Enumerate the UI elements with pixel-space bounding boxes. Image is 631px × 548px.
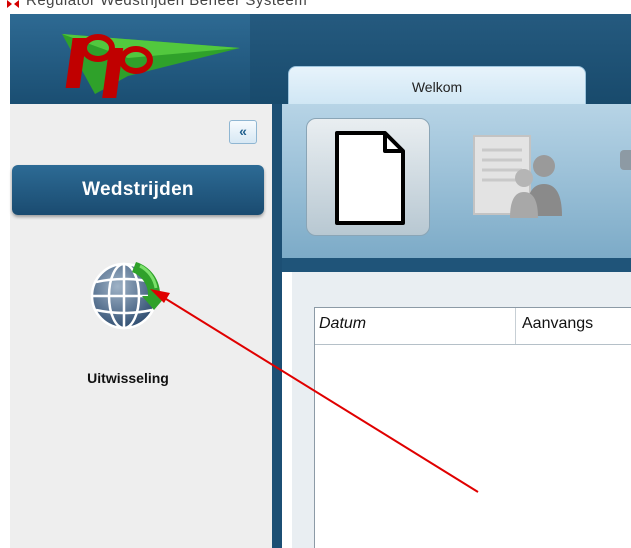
uitwisseling-label[interactable]: Uitwisseling <box>48 370 208 386</box>
window-title-bar: Regulator Wedstrijden Beheer Systeem <box>0 0 631 14</box>
app-logo <box>10 14 250 104</box>
tab-welkom-label: Welkom <box>411 79 463 95</box>
double-chevron-left-icon: « <box>239 123 247 139</box>
toolbar-border <box>282 258 631 272</box>
wedstrijden-grid[interactable]: Datum Aanvangs <box>314 307 631 548</box>
window-title: Regulator Wedstrijden Beheer Systeem <box>26 0 308 9</box>
tab-welkom[interactable]: Welkom <box>288 66 586 106</box>
grid-header: Datum Aanvangs <box>315 308 631 345</box>
new-document-button[interactable] <box>306 118 430 236</box>
app-logo-icon <box>7 0 19 8</box>
persons-document-icon[interactable] <box>466 128 576 224</box>
new-document-icon <box>335 131 405 225</box>
column-separator[interactable] <box>515 308 516 344</box>
column-header-datum[interactable]: Datum <box>319 315 366 333</box>
partial-toolbar-icon[interactable] <box>620 150 631 170</box>
logo-icon <box>62 34 240 98</box>
globe-sync-icon[interactable] <box>84 252 168 336</box>
wedstrijden-button[interactable]: Wedstrijden <box>12 165 264 215</box>
collapse-sidebar-button[interactable]: « <box>229 120 257 144</box>
sidebar-divider[interactable] <box>272 104 282 548</box>
column-header-aanvangs[interactable]: Aanvangs <box>522 315 593 333</box>
